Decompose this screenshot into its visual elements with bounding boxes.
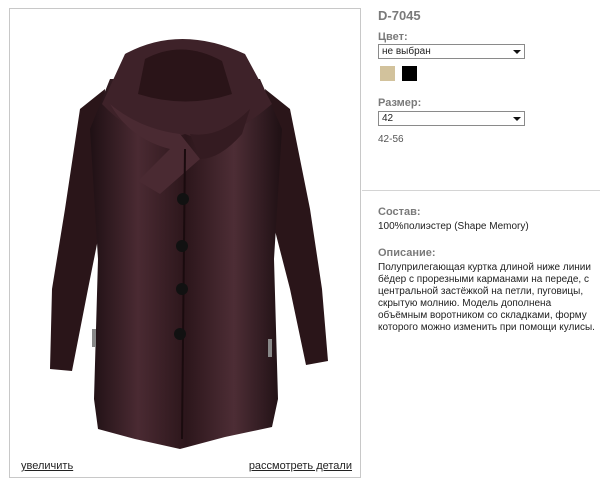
button-4 (174, 328, 186, 340)
color-label: Цвет: (378, 31, 408, 43)
chevron-down-icon (513, 117, 521, 121)
chevron-down-icon (513, 50, 521, 54)
composition-value: 100%полиэстер (Shape Memory) (378, 221, 529, 232)
color-select[interactable]: не выбран (378, 44, 525, 59)
button-1 (177, 193, 189, 205)
jacket-image (50, 39, 328, 449)
jacket-body (90, 79, 282, 449)
size-label: Размер: (378, 97, 422, 109)
zoom-link[interactable]: увеличить (21, 460, 73, 472)
button-3 (176, 283, 188, 295)
composition-label: Состав: (378, 206, 421, 218)
view-details-link[interactable]: рассмотреть детали (249, 460, 352, 472)
article-number: D-7045 (378, 8, 421, 23)
size-select-value: 42 (382, 113, 394, 124)
section-divider (362, 190, 600, 191)
size-range: 42-56 (378, 134, 404, 145)
description-label: Описание: (378, 247, 436, 259)
product-photo: увеличить рассмотреть детали (9, 8, 361, 478)
size-select[interactable]: 42 (378, 111, 525, 126)
color-select-value: не выбран (382, 46, 431, 57)
description-text: Полуприлегающая куртка длиной ниже линии… (378, 262, 595, 333)
color-swatch-beige[interactable] (380, 66, 395, 81)
color-swatch-black[interactable] (402, 66, 417, 81)
button-2 (176, 240, 188, 252)
